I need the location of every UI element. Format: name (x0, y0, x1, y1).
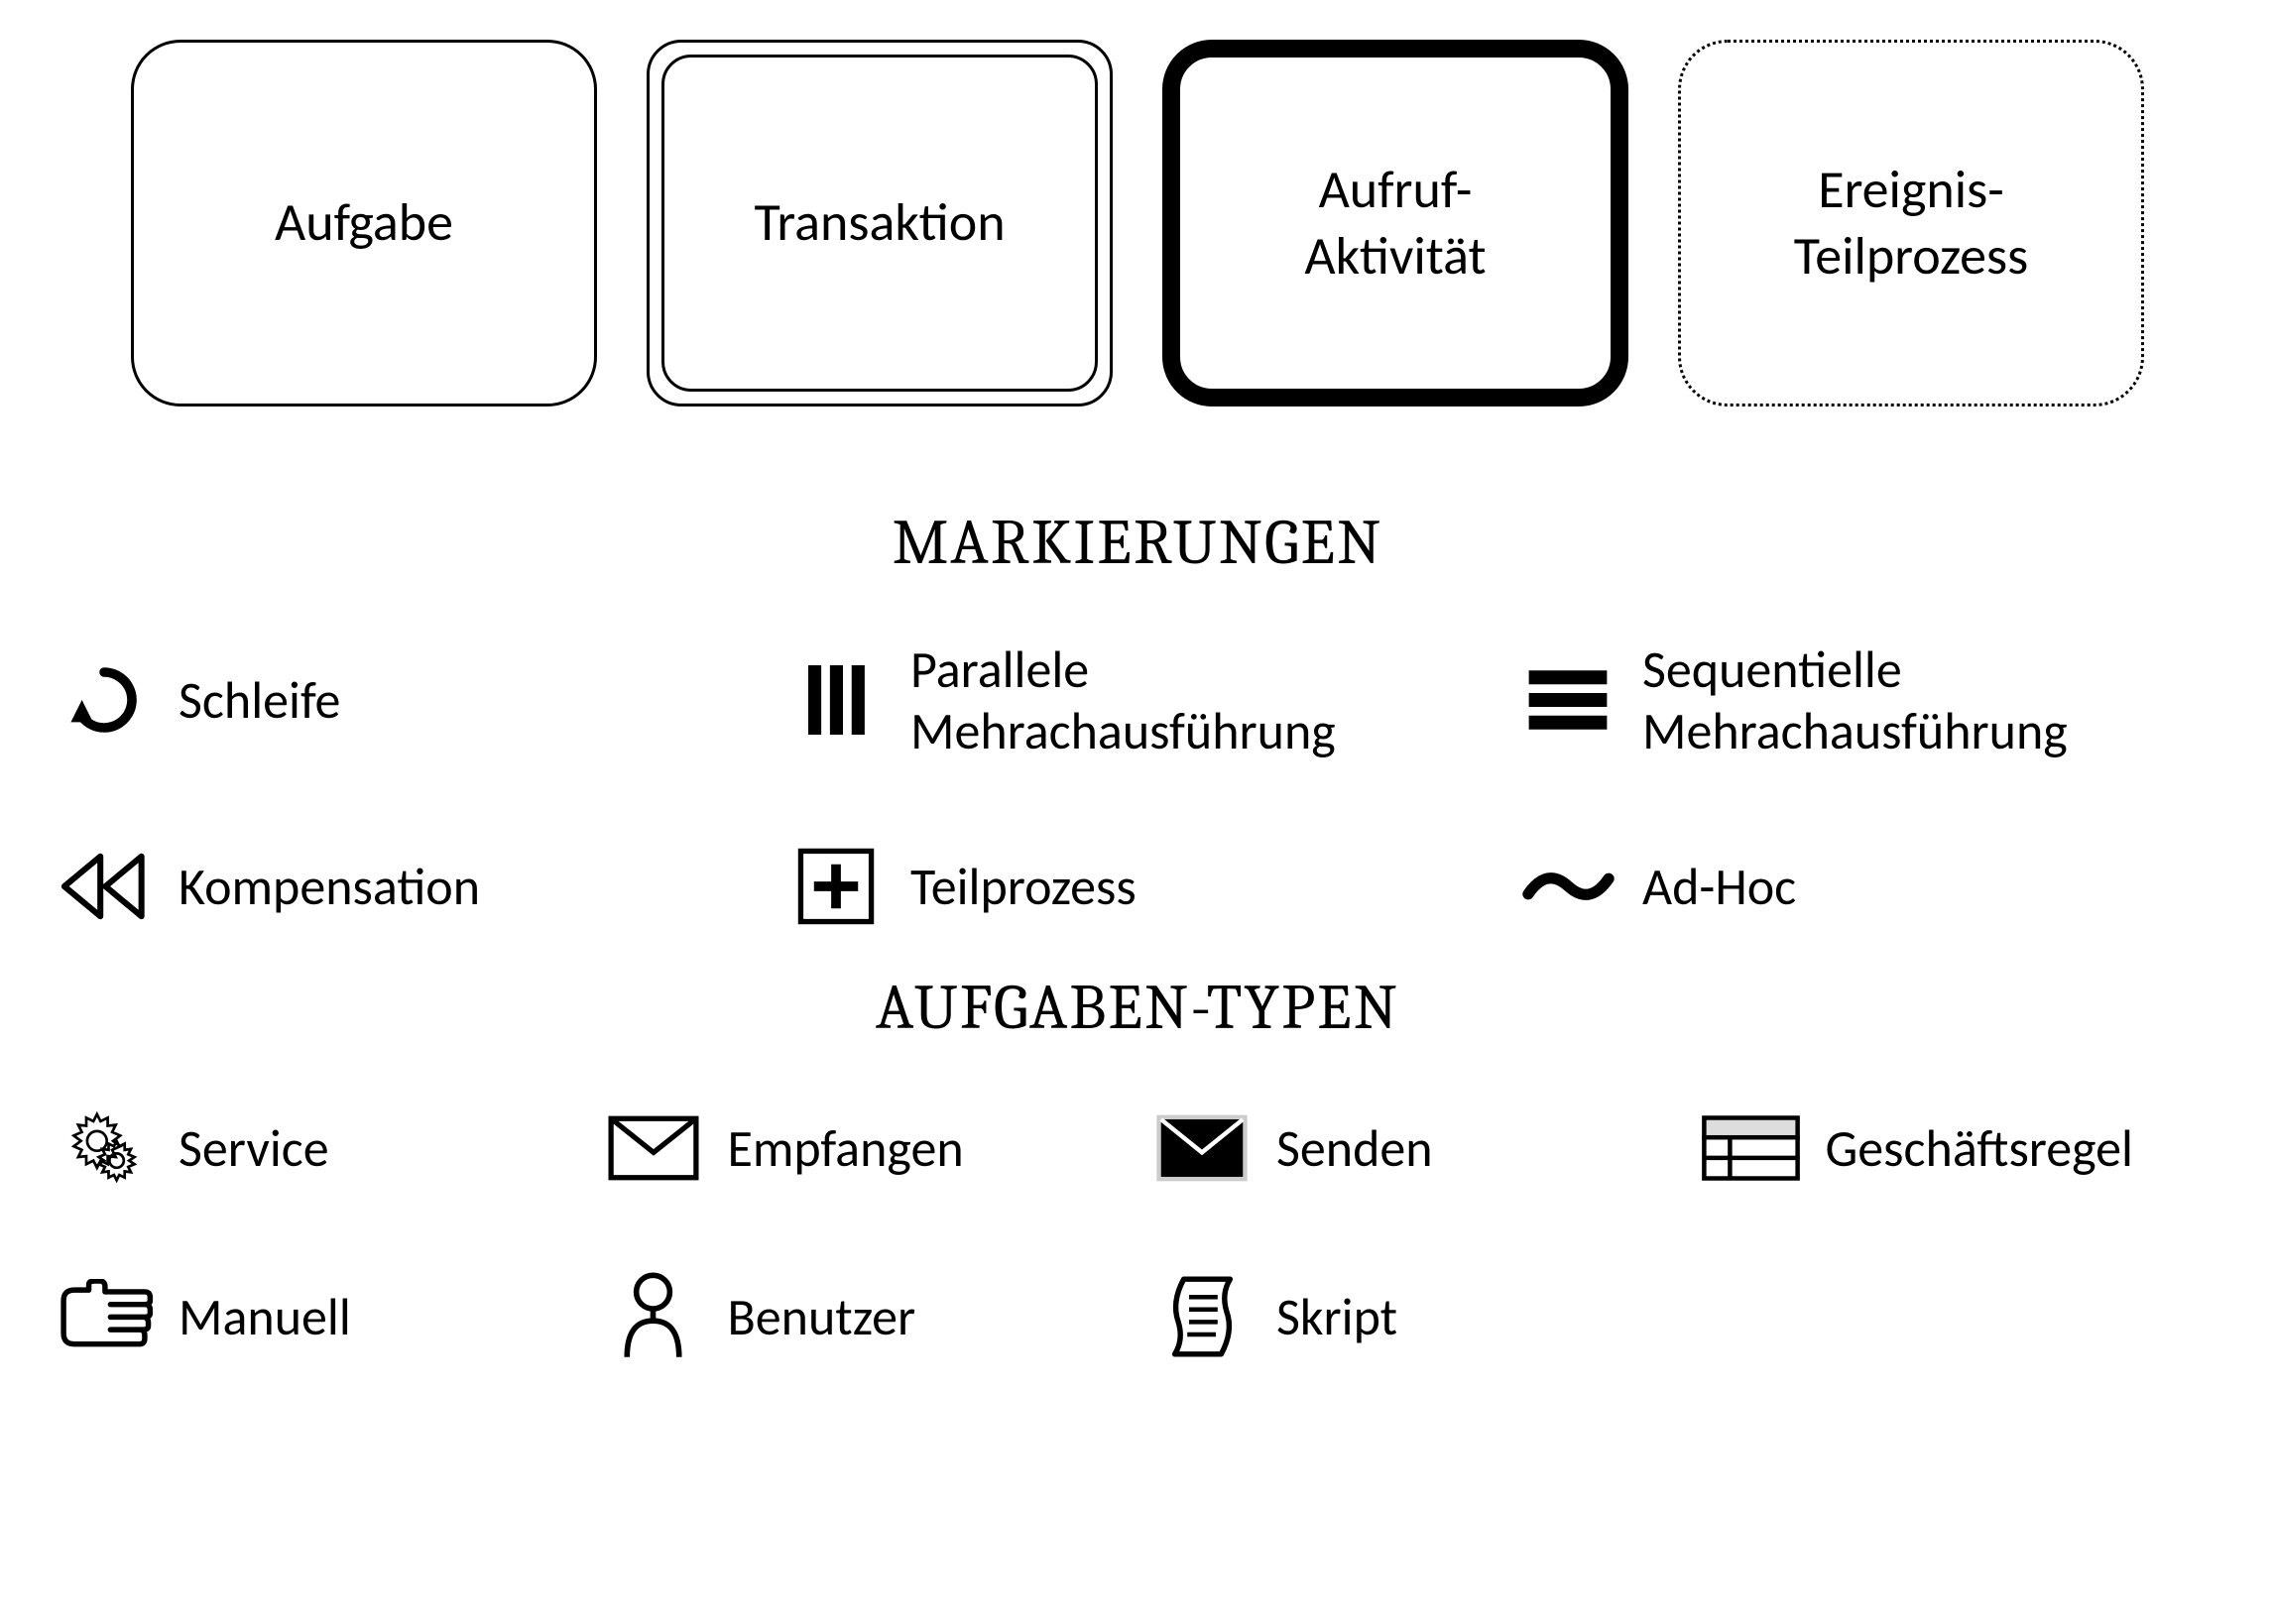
tasktypes-heading: AUFGABEN-TYPEN (40, 971, 2235, 1044)
compensation-icon (50, 842, 159, 931)
receive-icon (599, 1103, 708, 1193)
businessrule-icon (1697, 1103, 1806, 1193)
adhoc-label: Ad-Hoc (1642, 856, 2225, 917)
compensation-label: Kompensation (179, 856, 762, 917)
send-label: Senden (1276, 1117, 1677, 1179)
loop-icon (50, 655, 159, 745)
loop-label: Schleife (179, 669, 762, 731)
sequential-icon (1513, 655, 1622, 745)
service-icon (50, 1103, 159, 1193)
markers-grid: Schleife ParalleleMehrachausführung Sequ… (40, 638, 2235, 931)
service-label: Service (179, 1117, 579, 1179)
event-subprocess-box: Ereignis-Teilprozess (1678, 40, 2144, 406)
manual-icon (50, 1272, 159, 1361)
activity-boxes-row: Aufgabe Transaktion Aufruf-Aktivität Ere… (40, 40, 2235, 406)
subprocess-label: Teilprozess (910, 856, 1494, 917)
user-label: Benutzer (728, 1286, 1129, 1347)
subprocess-icon (781, 842, 891, 931)
script-label: Skript (1276, 1286, 1677, 1347)
tasktypes-grid: Service Empfangen Senden Geschäftsregel … (40, 1103, 2235, 1361)
parallel-icon (781, 655, 891, 745)
adhoc-icon (1513, 842, 1622, 931)
receive-label: Empfangen (728, 1117, 1129, 1179)
call-activity-label: Aufruf-Aktivität (1304, 157, 1486, 290)
transaction-box-label: Transaktion (754, 189, 1005, 257)
markers-heading: MARKIERUNGEN (40, 506, 2235, 579)
parallel-label: ParalleleMehrachausführung (910, 638, 1494, 762)
businessrule-label: Geschäftsregel (1826, 1117, 2226, 1179)
task-box: Aufgabe (131, 40, 597, 406)
sequential-label: SequentielleMehrachausführung (1642, 638, 2225, 762)
send-icon (1147, 1103, 1257, 1193)
call-activity-box: Aufruf-Aktivität (1162, 40, 1628, 406)
user-icon (599, 1272, 708, 1361)
event-subprocess-label: Ereignis-Teilprozess (1794, 157, 2029, 290)
transaction-box: Transaktion (647, 40, 1113, 406)
task-box-label: Aufgabe (275, 189, 453, 257)
script-icon (1147, 1272, 1257, 1361)
manual-label: Manuell (179, 1286, 579, 1347)
